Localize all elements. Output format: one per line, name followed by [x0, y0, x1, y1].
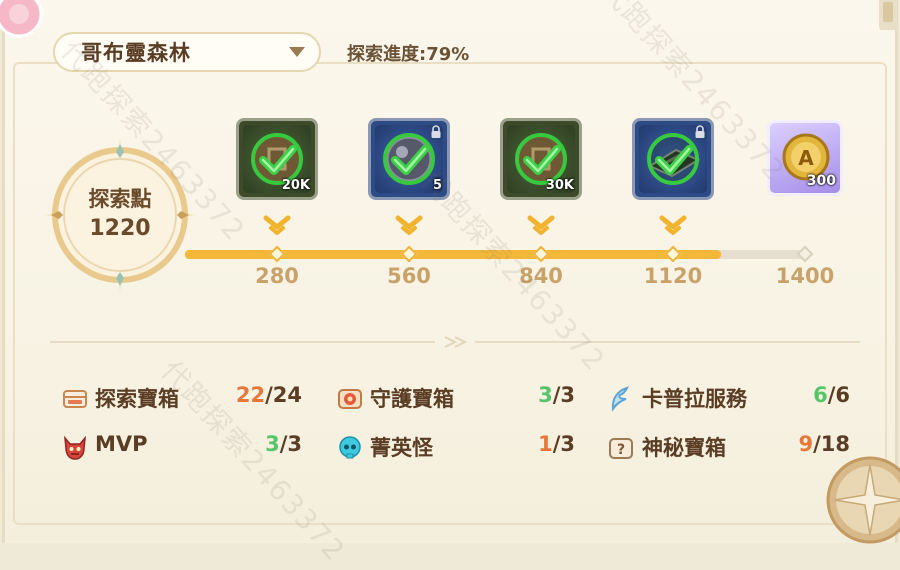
mystery-box-icon: ? — [609, 438, 633, 459]
kafra-wing-icon — [611, 386, 629, 412]
guardian-chest-icon — [338, 389, 362, 409]
chevron-down-icon — [263, 215, 291, 235]
milestone-node — [664, 245, 682, 263]
milestone-label: 280 — [255, 264, 299, 288]
reward-count: 5 — [432, 178, 442, 193]
milestone-reward[interactable]: A 300 — [767, 120, 843, 196]
milestone-reward[interactable]: 20K — [236, 118, 318, 200]
chevron-down-icon — [289, 47, 305, 57]
chevron-down-icon — [659, 215, 687, 235]
stat-value: 3/3 — [538, 383, 575, 407]
stat-total: /24 — [265, 383, 302, 407]
milestone-reward[interactable]: 5 — [368, 118, 450, 200]
stat-current: 1 — [538, 432, 553, 456]
progress-track-fill — [185, 250, 721, 259]
milestone-node — [532, 245, 550, 263]
stat-total: /18 — [813, 432, 850, 456]
stat-label: 神秘寶箱 — [642, 436, 726, 460]
stat-total: /3 — [552, 383, 575, 407]
milestone-label: 840 — [519, 264, 563, 288]
stat-current: 3 — [265, 432, 280, 456]
flower-ornament-icon — [0, 0, 43, 38]
claimed-check-icon — [647, 133, 699, 185]
stat-current: 3 — [538, 383, 553, 407]
stat-label: 守護寶箱 — [370, 387, 454, 411]
milestone-reward[interactable] — [632, 118, 714, 200]
milestone-reward[interactable]: 30K — [500, 118, 582, 200]
chevron-down-icon — [527, 215, 555, 235]
corner-ornament-icon — [879, 0, 897, 30]
stat-label: MVP — [95, 432, 148, 456]
map-name: 哥布靈森林 — [81, 41, 191, 65]
reward-count: 300 — [806, 173, 836, 189]
milestone-label: 1120 — [643, 264, 703, 288]
stat-total: /3 — [279, 432, 302, 456]
stat-current: 22 — [235, 383, 266, 407]
milestone-node — [796, 245, 814, 263]
points-value: 1220 — [89, 216, 151, 241]
stat-value: 3/3 — [265, 432, 302, 456]
stat-label: 卡普拉服務 — [642, 387, 747, 411]
reward-count: 30K — [545, 178, 574, 193]
stat-current: 6 — [813, 383, 828, 407]
milestone-node — [400, 245, 418, 263]
stat-value: 6/6 — [813, 383, 850, 407]
stat-value: 9/18 — [798, 432, 850, 456]
milestone-node — [268, 245, 286, 263]
skull-icon — [339, 436, 361, 459]
map-select-dropdown[interactable]: 哥布靈森林 — [53, 32, 321, 72]
points-title: 探索點 — [88, 187, 152, 211]
exploration-progress: 探索進度:79% — [347, 44, 470, 65]
stat-current: 9 — [798, 432, 814, 456]
compass-icon — [826, 456, 900, 544]
milestone-label: 1400 — [775, 264, 835, 288]
chevron-down-icon — [395, 215, 423, 235]
stat-value: 22/24 — [236, 383, 302, 407]
demon-head-icon — [64, 435, 86, 460]
stat-label: 菁英怪 — [370, 436, 433, 460]
reward-count: 20K — [281, 178, 310, 193]
milestone-label: 560 — [387, 264, 431, 288]
stat-total: /3 — [552, 432, 575, 456]
compass-frame-icon — [43, 138, 197, 292]
exploration-points-medallion: 探索點 1220 — [41, 136, 199, 294]
section-divider — [50, 336, 860, 348]
stat-value: 1/3 — [538, 432, 575, 456]
stat-total: /6 — [827, 383, 850, 407]
exploration-panel: 哥布靈森林 探索進度:79% 探索點 1220 280 20K 560 5 840 30K… — [0, 0, 900, 568]
claimed-check-icon — [383, 133, 435, 185]
treasure-chest-icon — [63, 390, 87, 408]
stat-label: 探索寶箱 — [95, 387, 179, 411]
svg-text:A: A — [798, 146, 814, 170]
svg-text:?: ? — [617, 442, 625, 458]
